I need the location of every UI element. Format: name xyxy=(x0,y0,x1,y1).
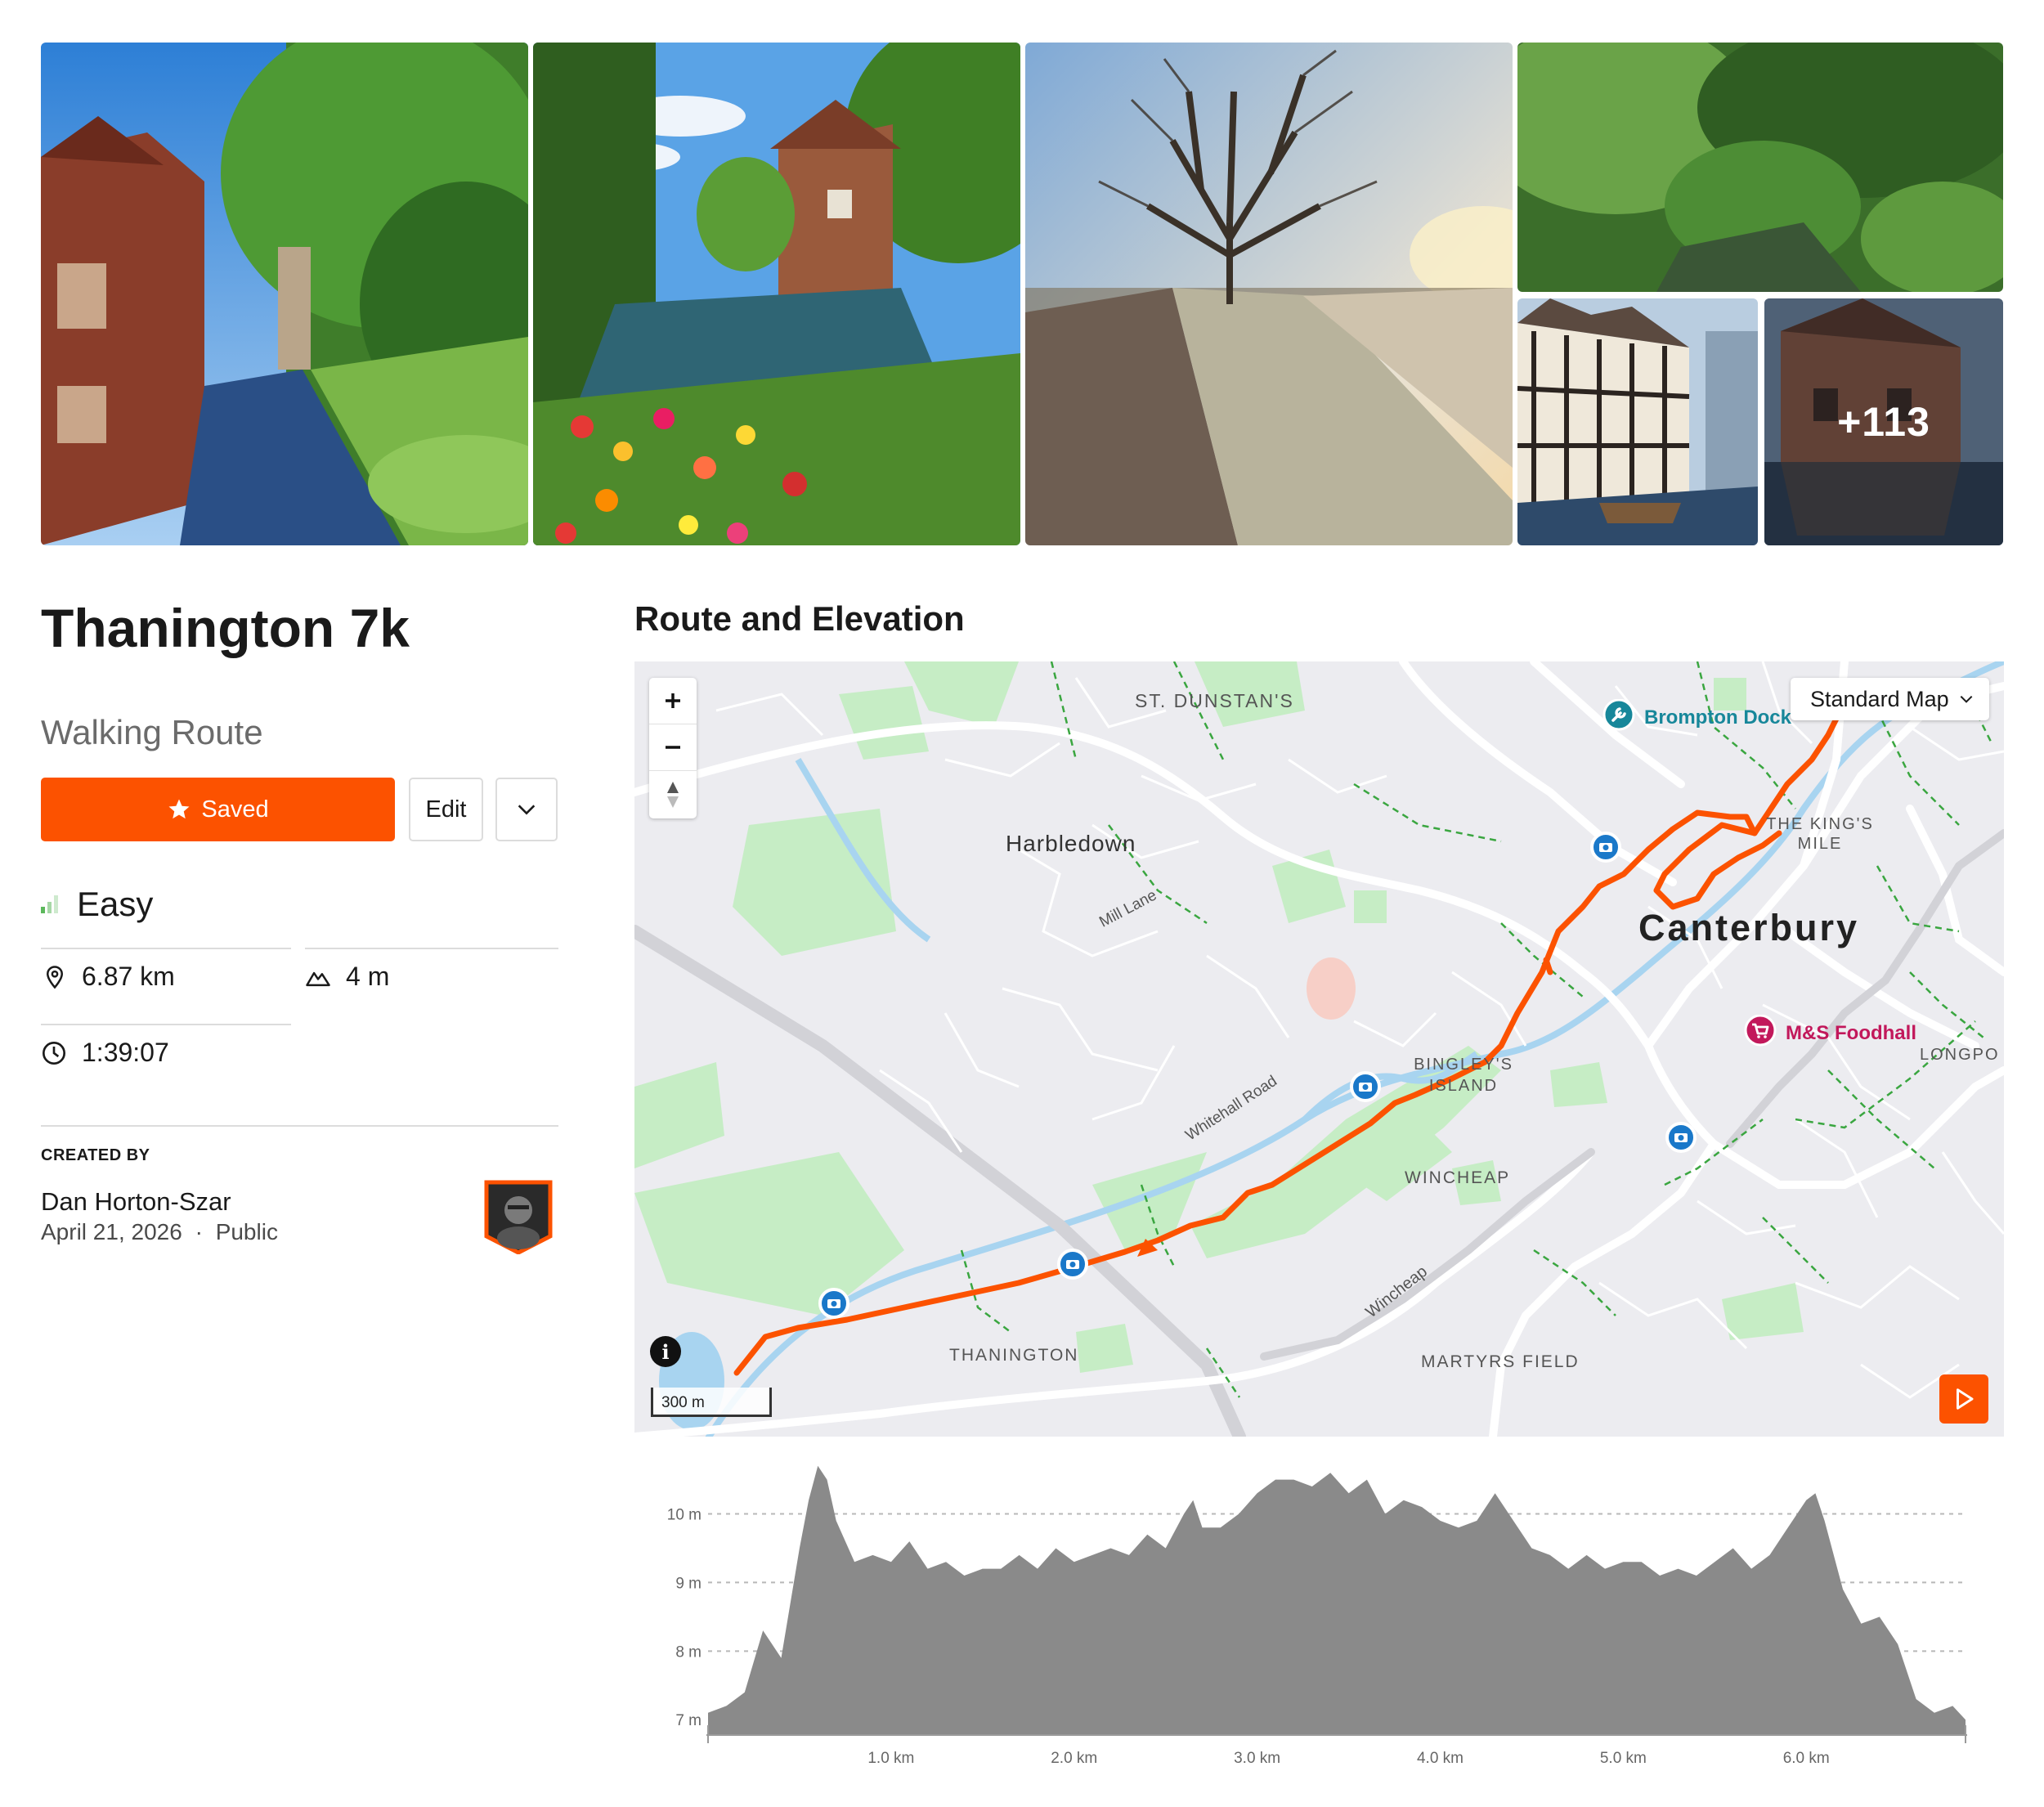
elevation-chart[interactable]: 7 m 8 m 9 m 10 m 1.0 km 2.0 km 3.0 km 4.0 km 5.0… xyxy=(634,1447,2008,1774)
y-tick-label: 9 m xyxy=(675,1575,702,1592)
gallery-photo-5[interactable] xyxy=(1517,298,1758,545)
y-tick-label: 10 m xyxy=(667,1507,702,1524)
x-tick-label: 1.0 km xyxy=(867,1750,914,1767)
garden-photo xyxy=(533,43,1020,545)
meta-separator: · xyxy=(195,1219,203,1244)
route-type: Walking Route xyxy=(41,713,263,751)
map-label-thanington: THANINGTON xyxy=(949,1346,1079,1365)
difficulty-rating: Easy xyxy=(41,885,153,924)
distance-value: 6.87 km xyxy=(82,962,175,991)
elevation-chart-svg: 7 m 8 m 9 m 10 m 1.0 km 2.0 km 3.0 km 4.0 km 5.0… xyxy=(667,1465,1967,1767)
x-tick-label: 6.0 km xyxy=(1783,1750,1830,1767)
compass-icon xyxy=(667,781,679,808)
map-info-button[interactable]: i xyxy=(650,1336,681,1367)
tudor-house-photo xyxy=(1517,298,1758,545)
play-icon xyxy=(1957,1388,1974,1410)
location-pin-icon xyxy=(46,965,64,989)
route-and-elevation-heading: Route and Elevation xyxy=(634,599,965,638)
route-title: Thanington 7k xyxy=(41,598,410,658)
river-photo xyxy=(41,43,528,545)
created-by-label: CREATED BY xyxy=(41,1146,150,1164)
map-label-wincheap-area: WINCHEAP xyxy=(1405,1168,1511,1187)
compass-button[interactable] xyxy=(649,771,697,818)
gallery-photo-1[interactable] xyxy=(41,43,528,545)
poi-brompton-dock-label: Brompton Dock xyxy=(1644,706,1791,729)
poi-ms-foodhall-label: M&S Foodhall xyxy=(1786,1022,1916,1044)
duration-stat: 1:39:07 xyxy=(41,1038,169,1068)
zoom-in-button[interactable] xyxy=(649,678,697,724)
poi-brompton-dock[interactable]: Brompton Dock xyxy=(1602,699,1791,737)
map-label-kings-mile: THE KING'S MILE xyxy=(1766,815,1874,853)
saved-button-label: Saved xyxy=(201,796,269,823)
map-label-harbledown: Harbledown xyxy=(1006,831,1136,856)
divider xyxy=(305,948,558,949)
map-style-selector[interactable]: Standard Map xyxy=(1791,678,1989,720)
tree-photo xyxy=(1025,43,1513,545)
star-icon xyxy=(168,799,190,819)
difficulty-label: Easy xyxy=(77,885,154,923)
gallery-photo-2[interactable] xyxy=(533,43,1020,545)
photo-gallery: +113 xyxy=(41,43,2003,545)
visibility-label: Public xyxy=(215,1219,278,1244)
info-icon: i xyxy=(661,1339,670,1364)
divider xyxy=(41,1024,291,1025)
elevation-gain-value: 4 m xyxy=(346,962,390,991)
elevation-area xyxy=(708,1465,1966,1735)
clock-icon xyxy=(43,1041,65,1065)
avatar[interactable] xyxy=(483,1179,554,1255)
map-label-canterbury: Canterbury xyxy=(1638,907,1860,948)
shopping-cart-icon xyxy=(1744,1015,1777,1047)
created-date: April 21, 2026 xyxy=(41,1219,182,1244)
map-label-martyrs-field: MARTYRS FIELD xyxy=(1421,1352,1580,1371)
stream-photo xyxy=(1517,43,2003,292)
gallery-photo-3[interactable] xyxy=(1025,43,1513,545)
duration-value: 1:39:07 xyxy=(82,1038,169,1067)
map-label-st-dunstans: ST. DUNSTAN'S xyxy=(1135,690,1294,711)
y-tick-label: 8 m xyxy=(675,1643,702,1661)
y-tick-label: 7 m xyxy=(675,1712,702,1729)
elevation-gain-stat: 4 m xyxy=(305,962,389,992)
chevron-down-icon xyxy=(1960,695,1973,703)
divider xyxy=(41,948,291,949)
more-photos-count: +113 xyxy=(1764,298,2003,545)
poi-ms-foodhall[interactable]: M&S Foodhall xyxy=(1743,1015,1916,1052)
flyover-play-button[interactable] xyxy=(1939,1374,1988,1424)
gallery-photo-6-more[interactable]: +113 xyxy=(1764,298,2003,545)
wrench-icon xyxy=(1602,699,1635,731)
x-tick-label: 3.0 km xyxy=(1234,1750,1280,1767)
map-scale-bar: 300 m xyxy=(651,1388,772,1417)
chevron-down-icon xyxy=(518,805,536,815)
distance-stat: 6.87 km xyxy=(43,962,175,992)
more-options-button[interactable] xyxy=(495,778,558,841)
zoom-out-button[interactable] xyxy=(649,724,697,771)
x-tick-label: 4.0 km xyxy=(1417,1750,1464,1767)
x-tick-label: 2.0 km xyxy=(1051,1750,1097,1767)
map-label-bingleys-island: BINGLEY'S ISLAND xyxy=(1414,1056,1513,1095)
difficulty-bars-icon xyxy=(41,895,58,913)
saved-button[interactable]: Saved xyxy=(41,778,395,841)
plus-icon xyxy=(666,693,680,708)
map-label-longport: LONGPO xyxy=(1920,1046,2000,1064)
mountain-icon xyxy=(306,971,330,986)
creator-name[interactable]: Dan Horton-Szar xyxy=(41,1187,231,1217)
edit-button[interactable]: Edit xyxy=(409,778,483,841)
map-style-label: Standard Map xyxy=(1810,686,1949,711)
creator-meta: April 21, 2026 · Public xyxy=(41,1219,278,1245)
divider xyxy=(41,1125,558,1127)
x-tick-label: 5.0 km xyxy=(1600,1750,1647,1767)
route-map[interactable]: ST. DUNSTAN'S Harbledown Mill Lane Cante… xyxy=(634,661,2004,1437)
map-zoom-controls xyxy=(649,678,697,818)
gallery-photo-4[interactable] xyxy=(1517,43,2003,292)
minus-icon xyxy=(666,746,680,749)
